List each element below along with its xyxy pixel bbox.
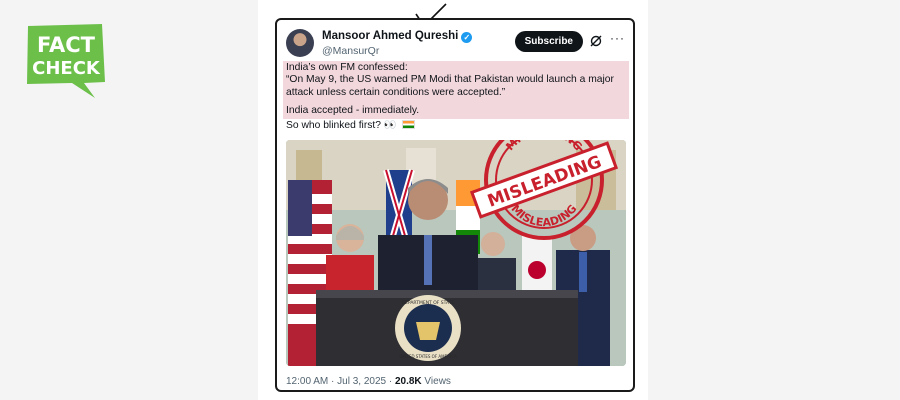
subscribe-button[interactable]: Subscribe [514, 31, 583, 52]
tweet-text-line-3: India accepted - immediately. [286, 105, 420, 116]
author-name-text[interactable]: Mansoor Ahmed Qureshi [322, 30, 458, 42]
tweet-question: So who blinked first? [286, 120, 382, 131]
seal-bottom-text: UNITED STATES OF AMERICA [399, 354, 456, 359]
tweet-image[interactable]: DEPARTMENT OF STATE UNITED STATES OF AME… [286, 140, 626, 366]
more-options-icon[interactable]: ··· [610, 31, 625, 45]
logo-check-text: CHECK [32, 58, 101, 79]
tweet-text-line-1: India’s own FM confessed: [286, 62, 408, 73]
author-handle[interactable]: @MansurQr [322, 45, 379, 57]
verified-badge-icon: ✓ [461, 32, 473, 43]
avatar[interactable] [286, 29, 314, 57]
tweet-text-line-4: So who blinked first? 👀 [286, 120, 415, 133]
logo-fact-text: FACT [37, 33, 96, 57]
eyes-emoji: 👀 [383, 120, 397, 131]
tweet-meta: 12:00 AM · Jul 3, 2025 · 20.8K Views [286, 376, 451, 387]
tweet-card[interactable]: Mansoor Ahmed Qureshi ✓ @MansurQr Subscri… [275, 18, 635, 392]
author-name[interactable]: Mansoor Ahmed Qureshi ✓ [322, 30, 473, 43]
press-conference-photo: DEPARTMENT OF STATE UNITED STATES OF AME… [286, 140, 626, 366]
seal-top-text: DEPARTMENT OF STATE [402, 300, 455, 306]
india-flag-icon [401, 120, 415, 129]
tweet-header: Mansoor Ahmed Qureshi ✓ @MansurQr Subscri… [286, 29, 625, 65]
views-label: Views [424, 376, 451, 387]
grok-icon[interactable] [589, 34, 603, 48]
tweet-text-quote: “On May 9, the US warned PM Modi that Pa… [286, 74, 614, 98]
fact-check-logo: FACT CHECK [22, 22, 108, 100]
tweet-timestamp[interactable]: 12:00 AM · Jul 3, 2025 · [286, 376, 392, 387]
views-count: 20.8K [394, 376, 422, 387]
